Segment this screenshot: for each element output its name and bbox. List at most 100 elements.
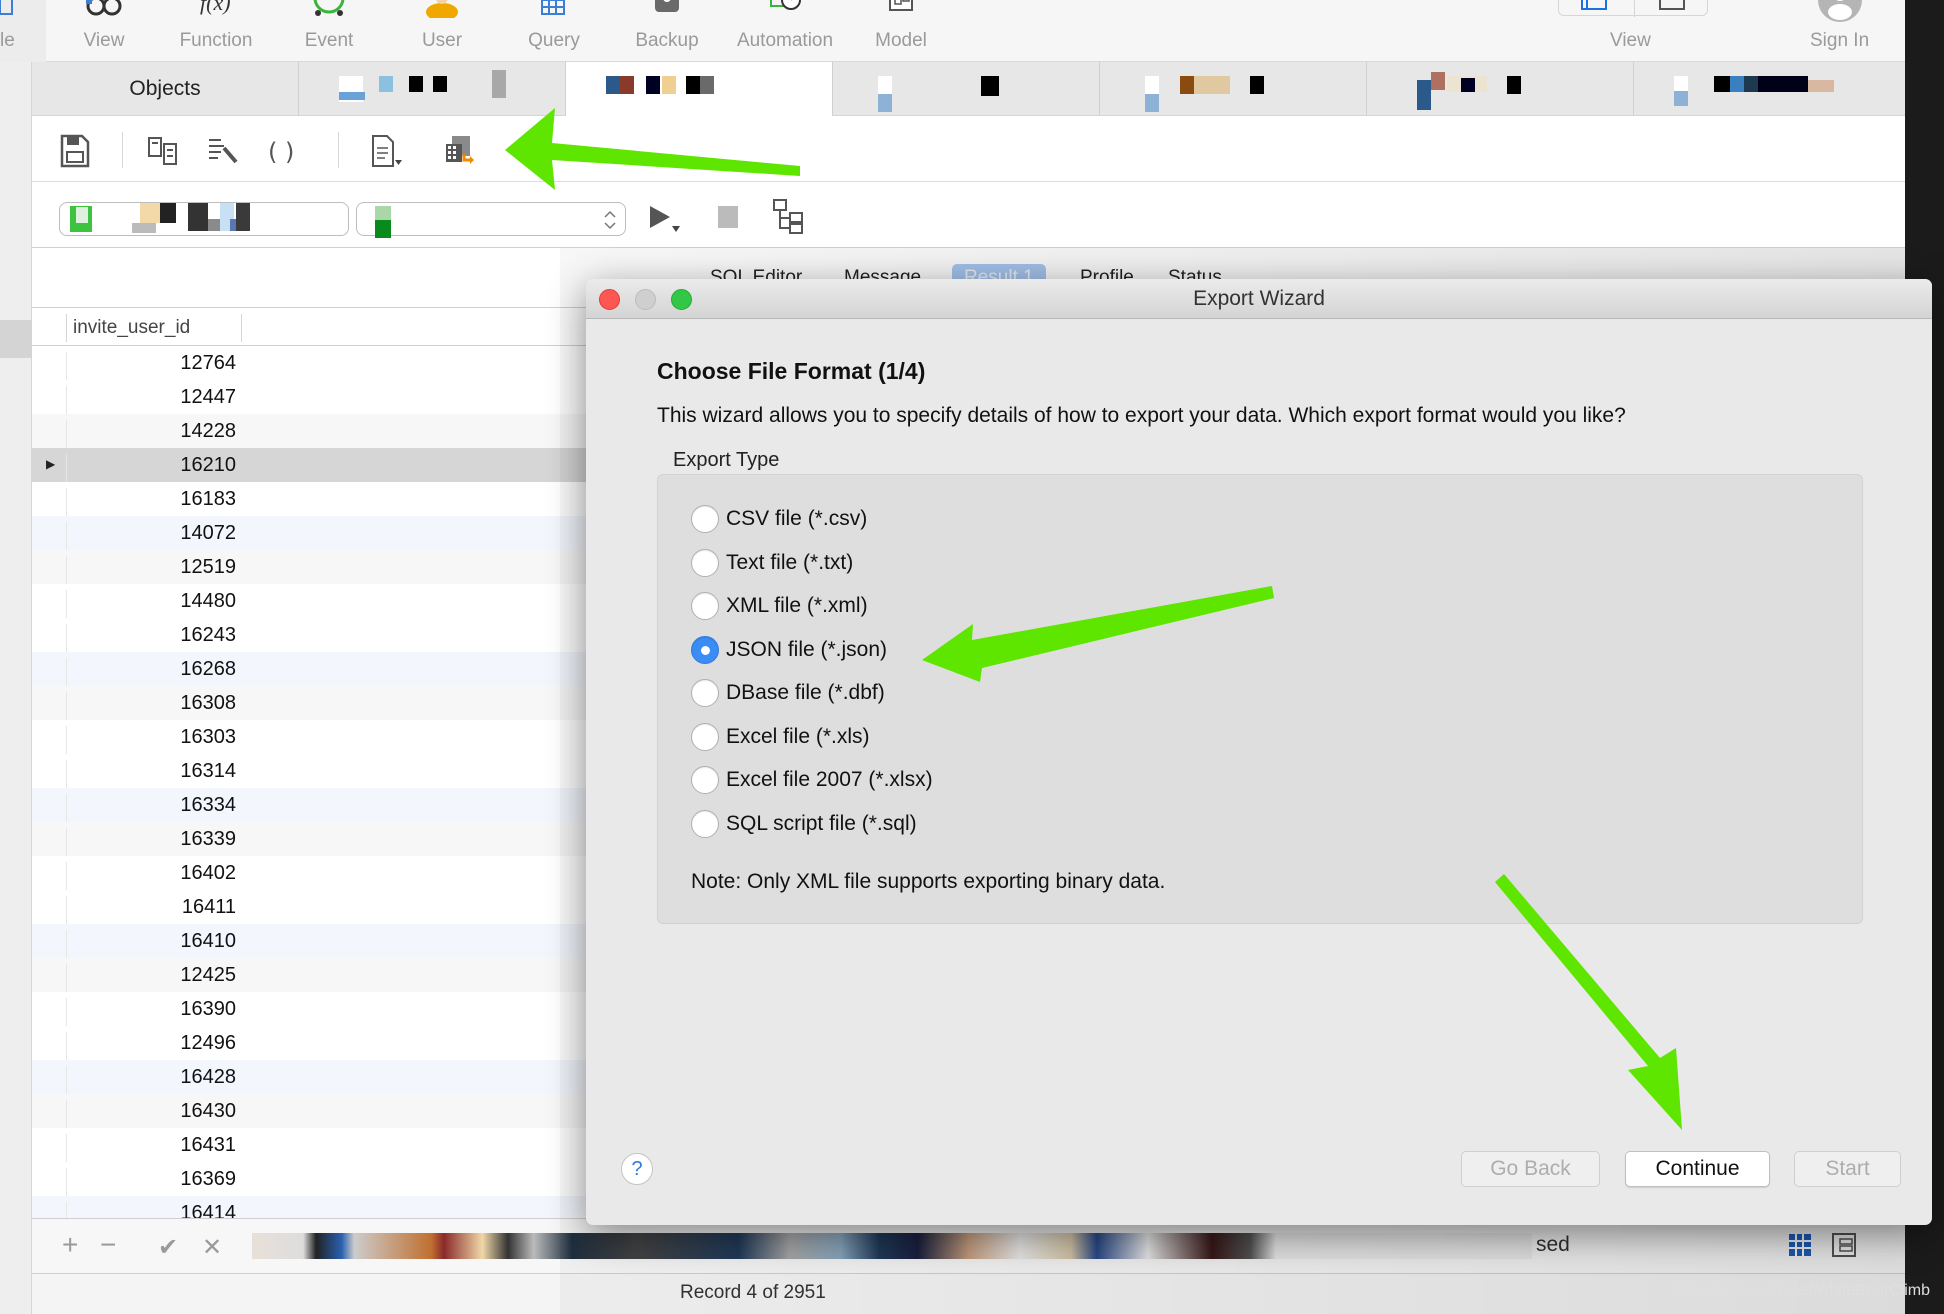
cell-invite-user-id[interactable]: 16339 [66,828,242,856]
cell-invite-user-id[interactable]: 16369 [66,1168,242,1196]
radio-unselected[interactable] [691,809,719,838]
export-option[interactable]: CSV file (*.csv) [691,503,867,535]
code-snippet-icon[interactable] [206,134,240,168]
toolbar-item-table[interactable]: le [0,0,46,62]
run-dropdown-icon[interactable] [646,202,686,236]
radio-unselected[interactable] [691,505,719,533]
cell-invite-user-id[interactable]: 16210 [66,454,242,482]
cell-invite-user-id[interactable]: 16334 [66,794,242,822]
cell-invite-user-id[interactable]: 16183 [66,488,242,516]
export-option[interactable]: SQL script file (*.sql) [691,808,917,840]
export-option[interactable]: Excel file 2007 (*.xlsx) [691,764,933,796]
help-button[interactable]: ? [621,1153,653,1185]
cell-invite-user-id[interactable]: 16314 [66,760,242,788]
radio-selected[interactable] [691,635,719,664]
export-option[interactable]: DBase file (*.dbf) [691,677,885,709]
go-back-button[interactable]: Go Back [1461,1151,1600,1187]
cell-invite-user-id[interactable]: 14480 [66,590,242,618]
tab-objects[interactable]: Objects [32,62,299,116]
current-row-indicator-icon: ▶ [46,457,56,471]
toolbar-label: View [83,30,125,51]
cell-invite-user-id[interactable]: 16390 [66,998,242,1026]
cell-invite-user-id[interactable]: 16303 [66,726,242,754]
grid-view-icon[interactable] [1788,1233,1812,1257]
export-wizard-dialog: Export Wizard Choose File Format (1/4) T… [586,279,1932,1225]
toolbar-item-event[interactable]: Event [279,0,379,62]
radio-unselected[interactable] [691,766,719,794]
table-icon [0,0,13,15]
export-option[interactable]: XML file (*.xml) [691,590,868,622]
navigation-rail [0,62,32,1314]
add-record-button[interactable]: + [62,1229,78,1261]
rail-selected-item[interactable] [0,320,32,358]
form-view-icon[interactable] [1832,1233,1856,1257]
cell-invite-user-id[interactable]: 16243 [66,624,242,652]
save-icon[interactable] [58,134,92,168]
dialog-titlebar[interactable]: Export Wizard [586,279,1932,319]
apply-changes-button[interactable]: ✔ [158,1233,178,1262]
export-result-icon[interactable] [444,134,478,168]
tab-redacted-5[interactable] [1367,62,1634,116]
toolbar-item-backup[interactable]: Backup [617,0,717,62]
cell-invite-user-id[interactable]: 12447 [66,386,242,414]
connection-row [32,182,1905,248]
radio-unselected[interactable] [691,722,719,751]
grid-action-bar: + − ✔ ✕ sed [32,1218,1905,1274]
cell-invite-user-id[interactable]: 14072 [66,522,242,550]
layout-left-icon[interactable] [1581,0,1607,11]
svg-text:f(x): f(x) [200,0,231,15]
tab-redacted-2-active[interactable] [566,62,833,116]
explain-icon[interactable] [772,198,812,234]
continue-button[interactable]: Continue [1625,1151,1770,1187]
export-option-label: CSV file (*.csv) [726,507,868,530]
cell-invite-user-id[interactable]: 16308 [66,692,242,720]
toolbar-item-automation[interactable]: Automation [735,0,835,62]
cell-invite-user-id[interactable]: 16430 [66,1100,242,1128]
cell-invite-user-id[interactable]: 12496 [66,1032,242,1060]
beautify-sql-icon[interactable] [146,134,180,168]
view-toggle[interactable] [1558,0,1708,17]
tab-redacted-4[interactable] [1100,62,1367,116]
text-file-dropdown-icon[interactable] [370,134,404,168]
stop-icon[interactable] [716,204,742,232]
radio-unselected[interactable] [691,548,719,577]
backup-icon [655,0,679,12]
cell-invite-user-id[interactable]: 16410 [66,930,242,958]
sign-in-button[interactable]: Sign In [1800,0,1880,62]
export-option[interactable]: JSON file (*.json) [691,634,887,666]
toolbar-item-function[interactable]: f(x) Function [166,0,266,62]
cell-invite-user-id[interactable]: 16428 [66,1066,242,1094]
toolbar-item-view[interactable]: View [54,0,154,62]
toolbar-label: le [0,30,15,51]
cell-invite-user-id[interactable]: 16411 [66,896,242,924]
export-option[interactable]: Text file (*.txt) [691,547,853,579]
parentheses-icon[interactable]: ( ) [264,134,298,168]
radio-unselected[interactable] [691,679,719,707]
tab-redacted-3[interactable] [833,62,1100,116]
cell-invite-user-id[interactable]: 12519 [66,556,242,584]
radio-unselected[interactable] [691,592,719,620]
cell-invite-user-id[interactable]: 12425 [66,964,242,992]
tab-redacted-6[interactable] [1634,62,1905,116]
discard-changes-button[interactable]: ✕ [202,1233,222,1262]
delete-record-button[interactable]: − [100,1229,116,1261]
export-option[interactable]: Excel file (*.xls) [691,721,870,753]
layout-right-icon[interactable] [1659,0,1685,11]
step-heading: Choose File Format (1/4) [657,358,926,384]
cell-invite-user-id[interactable]: 16402 [66,862,242,890]
toolbar-item-query[interactable]: Query [504,0,604,62]
tab-redacted-1[interactable] [299,62,566,116]
start-button[interactable]: Start [1794,1151,1901,1187]
cell-invite-user-id[interactable]: 16431 [66,1134,242,1162]
cell-invite-user-id[interactable]: 14228 [66,420,242,448]
toolbar-item-user[interactable]: User [392,0,492,62]
toolbar-label: Function [179,30,253,51]
status-bar: Record 4 of 2951 [32,1274,1905,1314]
cell-invite-user-id[interactable]: 16268 [66,658,242,686]
column-header-invite-user-id[interactable]: invite_user_id [66,314,242,342]
connection-select[interactable] [59,202,349,236]
toolbar-item-model[interactable]: Model [851,0,951,62]
database-select[interactable] [356,202,626,238]
record-count: Record 4 of 2951 [680,1282,826,1303]
cell-invite-user-id[interactable]: 12764 [66,352,242,380]
